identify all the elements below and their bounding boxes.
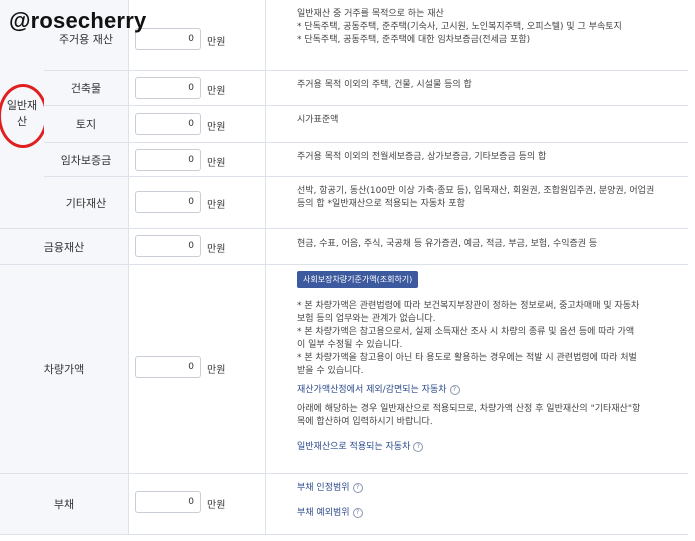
input-cell: 만원 [129,0,266,70]
unit-label: 만원 [207,244,226,255]
unit-label: 만원 [207,86,226,97]
unit-label: 만원 [207,37,226,48]
input-cell: 만원 [129,143,266,176]
building-input[interactable] [135,77,201,99]
row-building: 건축물 만원 주거용 목적 이외의 주택, 건물, 시설물 등의 합 [44,71,688,106]
row-financial: 금융재산 만원 현금, 수표, 어음, 주식, 국공채 등 유가증권, 예금, … [0,229,688,265]
row-label: 차량가액 [0,265,129,473]
lease-deposit-input[interactable] [135,149,201,171]
row-label: 임차보증금 [44,143,129,176]
land-input[interactable] [135,113,201,135]
row-desc: 주거용 목적 이외의 전월세보증금, 상가보증금, 기타보증금 등의 합 [297,152,547,162]
row-vehicle: 차량가액 만원 사회보장차량기준가액(조회하기) * 본 차량가액은 관련법령에… [0,265,688,474]
row-desc: 선박, 항공기, 동산(100만 이상 가축·종묘 등), 입목재산, 회원권,… [297,186,655,209]
question-circle-icon: ? [449,385,460,395]
unit-label: 만원 [207,122,226,133]
other-assets-input[interactable] [135,191,201,213]
row-land: 토지 만원 시가표준액 [44,106,688,143]
row-desc: 사회보장차량기준가액(조회하기) * 본 차량가액은 관련법령에 따라 보건복지… [266,265,688,473]
input-cell: 만원 [129,474,266,534]
row-desc: 시가표준액 [297,115,339,125]
row-label: 기타재산 [44,177,129,228]
input-cell: 만원 [129,177,266,228]
row-desc: 부채 인정범위? 부채 예외범위? [266,474,688,534]
row-desc: 주거용 목적 이외의 주택, 건물, 시설물 등의 합 [297,80,472,90]
group-column: 일반재 산 [0,0,48,229]
row-desc: 일반재산 중 거주를 목적으로 하는 재산 * 단독주택, 공동주택, 준주택(… [297,9,622,45]
asset-form: @rosecherry 일반재 산 주거용 재산 만원 일반재산 중 거주를 목… [0,0,695,541]
row-label: 토지 [44,106,129,142]
question-circle-icon: ? [413,442,424,452]
row-desc: 현금, 수표, 어음, 주식, 국공채 등 유가증권, 예금, 적금, 부금, … [297,239,598,249]
vehicle-input[interactable] [135,356,201,378]
unit-label: 만원 [207,365,226,376]
watermark: @rosecherry [9,8,147,33]
row-debt: 부채 만원 부채 인정범위? 부채 예외범위? [0,474,688,535]
debt-input[interactable] [135,491,201,513]
input-cell: 만원 [129,265,266,473]
input-cell: 만원 [129,229,266,264]
debt-recognition-link[interactable]: 부채 인정범위? [297,482,688,495]
debt-exception-link[interactable]: 부채 예외범위? [297,507,688,520]
row-lease-deposit: 임차보증금 만원 주거용 목적 이외의 전월세보증금, 상가보증금, 기타보증금… [44,143,688,177]
unit-label: 만원 [207,158,226,169]
excluded-vehicle-link[interactable]: 재산가액산정에서 제외/감면되는 자동차? [297,384,688,397]
input-cell: 만원 [129,71,266,105]
input-cell: 만원 [129,106,266,142]
financial-input[interactable] [135,235,201,257]
question-circle-icon: ? [352,508,363,518]
general-asset-vehicle-link[interactable]: 일반재산으로 적용되는 자동차? [297,441,688,454]
unit-label: 만원 [207,500,226,511]
row-label: 금융재산 [0,229,129,264]
row-other-assets: 기타재산 만원 선박, 항공기, 동산(100만 이상 가축·종묘 등), 입목… [44,177,688,229]
row-label: 부채 [0,474,129,534]
vehicle-price-lookup-button[interactable]: 사회보장차량기준가액(조회하기) [297,271,419,288]
unit-label: 만원 [207,200,226,211]
red-circle-annotation [0,84,48,148]
question-circle-icon: ? [352,483,363,493]
row-label: 건축물 [44,71,129,105]
